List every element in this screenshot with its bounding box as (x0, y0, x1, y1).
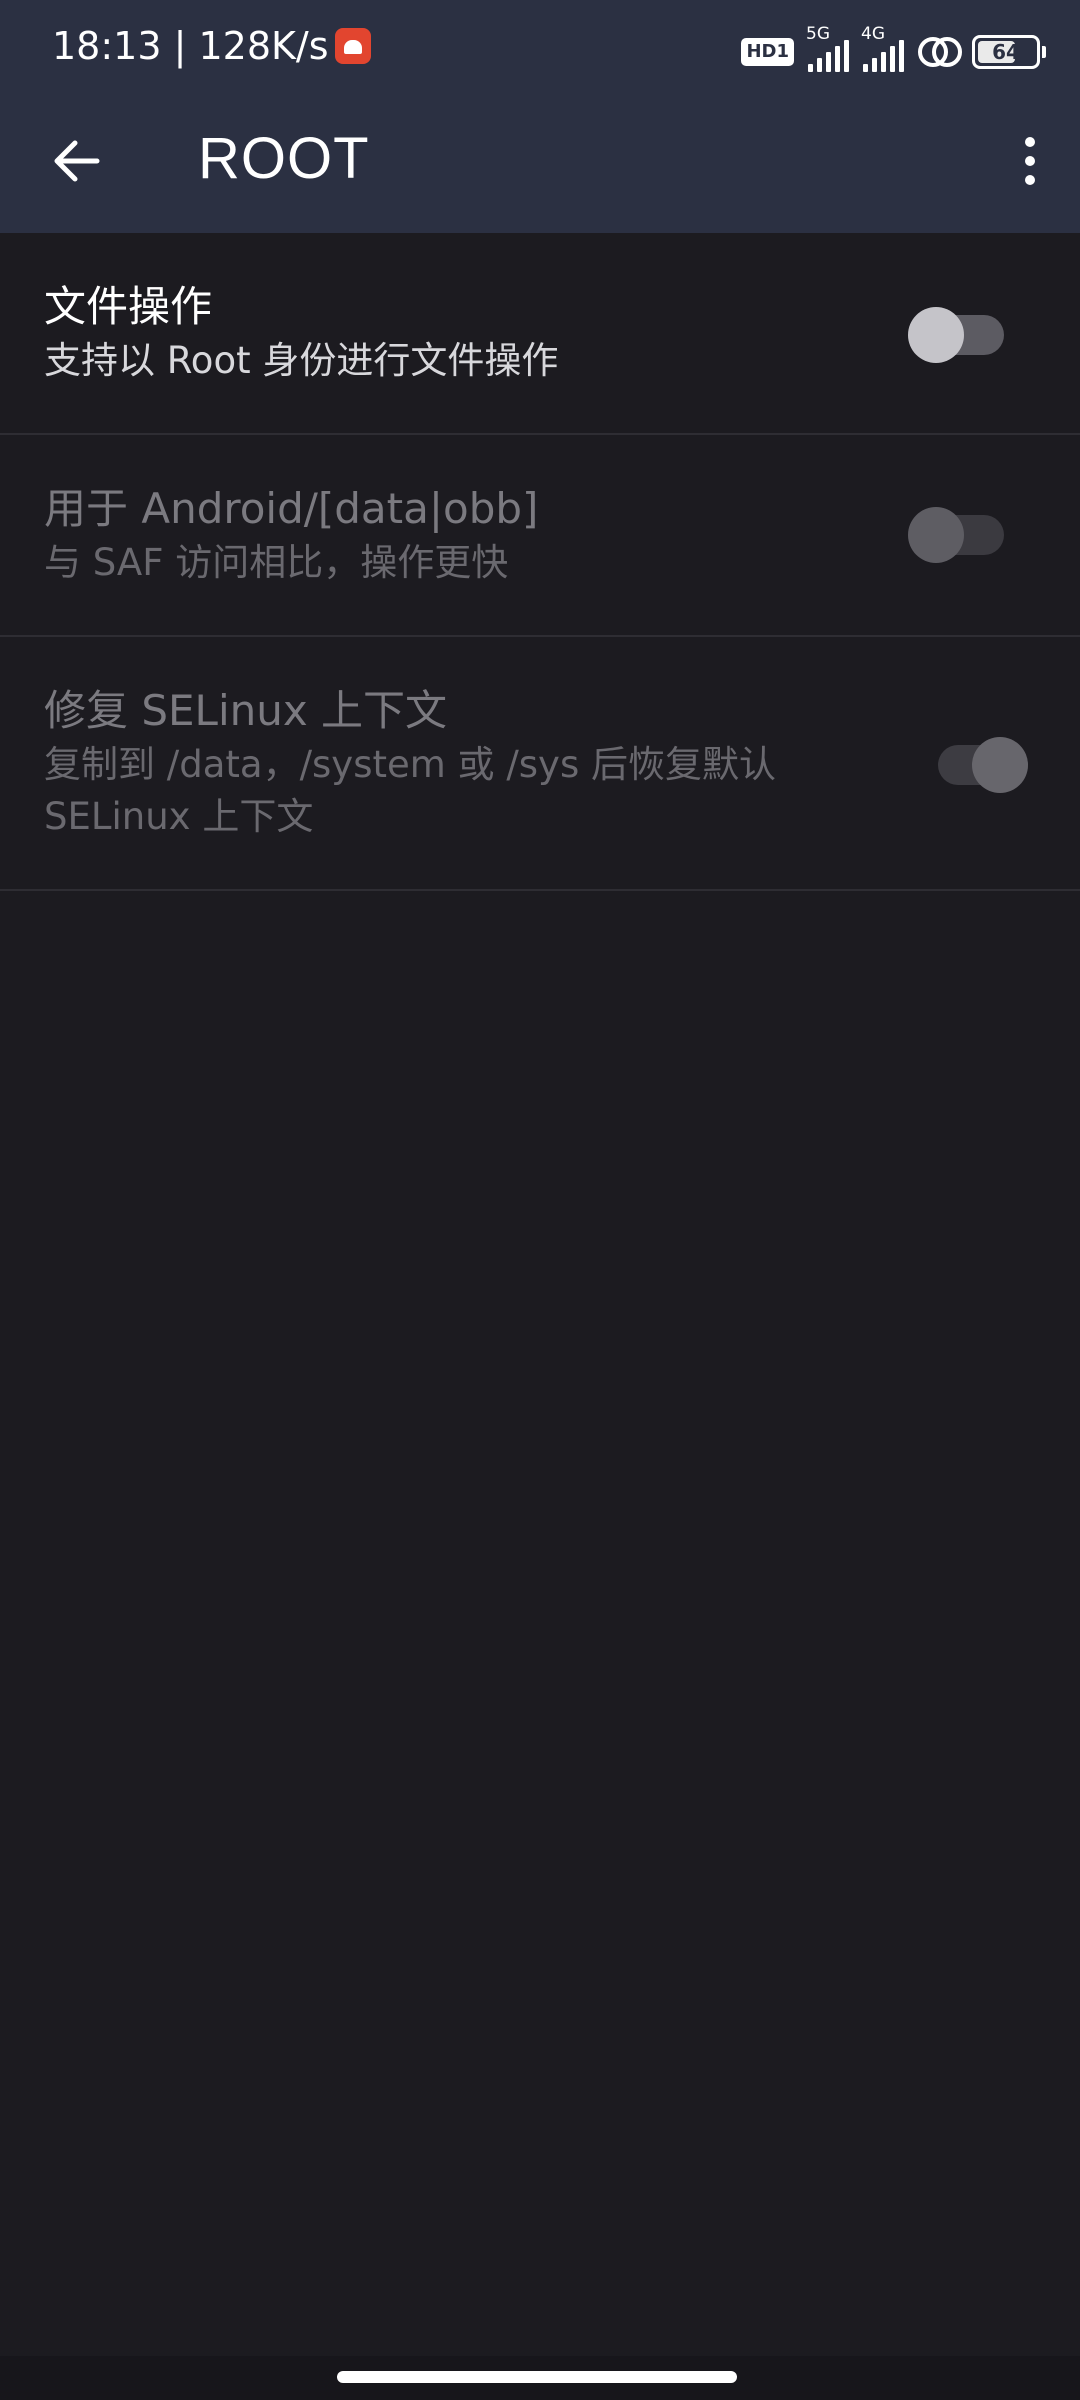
net-speed: 128K/s (198, 24, 329, 68)
setting-selinux-context[interactable]: 修复 SELinux 上下文 复制到 /data，/system 或 /sys … (0, 637, 1080, 891)
status-right: HD1 5G 4G 64 (741, 24, 1046, 74)
status-bar: 18:13 | 128K/s HD1 5G 4G 64 (0, 0, 1080, 105)
status-separator: | (161, 24, 199, 68)
gesture-handle[interactable] (337, 2371, 737, 2383)
battery-level: 64 (992, 40, 1020, 64)
status-time: 18:13 (52, 24, 162, 68)
hotspot-link-icon (918, 37, 962, 67)
page-title: ROOT (198, 126, 370, 191)
setting-title: 修复 SELinux 上下文 (44, 686, 448, 735)
setting-texts: 修复 SELinux 上下文 复制到 /data，/system 或 /sys … (44, 683, 776, 843)
setting-summary-line2: SELinux 上下文 (44, 795, 314, 838)
battery-icon: 64 (972, 35, 1046, 69)
back-arrow-icon[interactable] (44, 129, 108, 193)
hd-voice-icon: HD1 (741, 38, 794, 66)
setting-texts: 用于 Android/[data|obb] 与 SAF 访问相比，操作更快 (44, 481, 538, 589)
settings-list: 文件操作 支持以 Root 身份进行文件操作 用于 Android/[data|… (0, 233, 1080, 891)
setting-texts: 文件操作 支持以 Root 身份进行文件操作 (44, 279, 558, 387)
file-operations-switch[interactable] (908, 307, 1004, 363)
selinux-context-switch[interactable] (938, 737, 1028, 793)
setting-summary-line1: 复制到 /data，/system 或 /sys 后恢复默认 (44, 743, 776, 786)
top-bar: 18:13 | 128K/s HD1 5G 4G 64 ROOT (0, 0, 1080, 233)
setting-summary: 支持以 Root 身份进行文件操作 (44, 339, 559, 382)
notification-app-icon (334, 28, 371, 64)
android-data-obb-switch[interactable] (908, 507, 1004, 563)
setting-title: 用于 Android/[data|obb] (44, 484, 539, 533)
setting-title: 文件操作 (44, 282, 213, 331)
signal-4g-icon: 4G (861, 24, 904, 72)
signal-5g-icon: 5G (806, 24, 849, 72)
setting-file-operations[interactable]: 文件操作 支持以 Root 身份进行文件操作 (0, 233, 1080, 435)
more-options-icon[interactable] (990, 121, 1070, 201)
setting-android-data-obb[interactable]: 用于 Android/[data|obb] 与 SAF 访问相比，操作更快 (0, 435, 1080, 637)
setting-summary: 与 SAF 访问相比，操作更快 (44, 541, 509, 584)
app-bar: ROOT (0, 105, 1080, 233)
status-left: 18:13 | 128K/s (52, 24, 371, 68)
